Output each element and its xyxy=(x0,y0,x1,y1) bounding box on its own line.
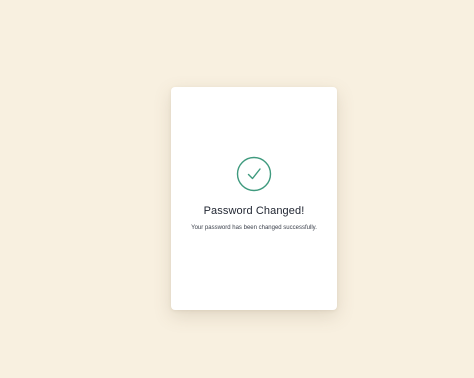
dialog-message: Your password has been changed successfu… xyxy=(191,225,317,231)
check-circle-icon xyxy=(236,156,272,192)
dialog-title: Password Changed! xyxy=(203,205,305,217)
success-card: Password Changed! Your password has been… xyxy=(171,87,337,310)
page-background: Password Changed! Your password has been… xyxy=(0,0,474,378)
